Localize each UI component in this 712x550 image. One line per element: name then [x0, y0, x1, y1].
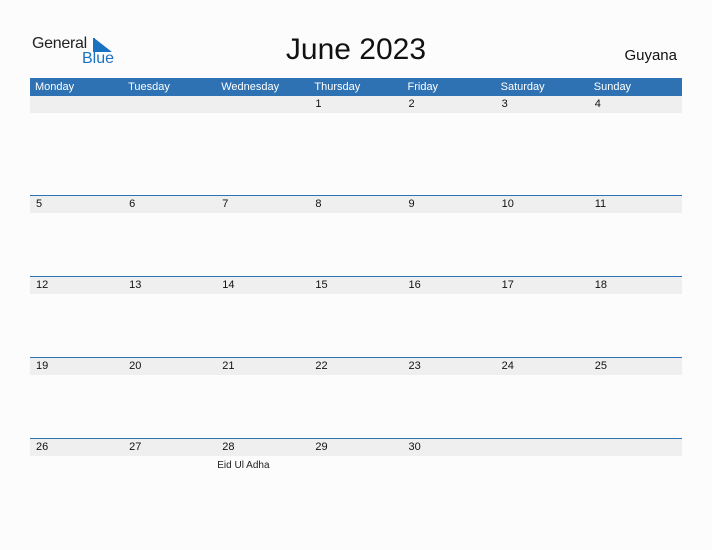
day-number: 8: [315, 198, 322, 210]
day-number: 2: [408, 98, 415, 110]
day-cell: 7: [216, 196, 309, 213]
day-cell: 17: [496, 277, 589, 294]
day-number: 13: [129, 279, 142, 291]
day-number-row: 12 13 14 15 16 17 18: [30, 277, 682, 294]
day-cell: 4: [589, 96, 682, 113]
weekday-wednesday: Wednesday: [221, 81, 280, 93]
day-number: 30: [408, 441, 421, 453]
day-number: 9: [408, 198, 415, 210]
day-number: 12: [36, 279, 49, 291]
day-cell: 13: [123, 277, 216, 294]
day-cell: 6: [123, 196, 216, 213]
day-number-row: 5 6 7 8 9 10 11: [30, 196, 682, 213]
day-cell: 12: [30, 277, 123, 294]
day-number: 29: [315, 441, 328, 453]
day-cell: 16: [403, 277, 496, 294]
day-number: 26: [36, 441, 49, 453]
weekday-friday: Friday: [407, 81, 439, 93]
day-cell: 8: [309, 196, 402, 213]
day-cell: 25: [589, 358, 682, 375]
day-number: 17: [501, 279, 514, 291]
day-cell: 24: [496, 358, 589, 375]
day-cell: [30, 96, 123, 113]
day-number: 18: [594, 279, 607, 291]
day-cell: [589, 439, 682, 456]
weeks-container: 1 2 3 4 5 6 7 8 9 10 11 12 13 14 15 16 17 18 19 20 21 22 23 24 2…: [30, 96, 682, 519]
day-cell: 30: [403, 439, 496, 456]
day-number: 11: [594, 198, 607, 210]
day-number: 24: [501, 360, 514, 372]
day-number: 25: [594, 360, 607, 372]
day-cell: [123, 96, 216, 113]
day-number: 27: [129, 441, 142, 453]
country-label: Guyana: [624, 47, 677, 64]
weekday-saturday: Saturday: [500, 81, 545, 93]
day-cell: 29: [309, 439, 402, 456]
day-number: 10: [501, 198, 514, 210]
day-cell: [216, 96, 309, 113]
day-number: 7: [222, 198, 229, 210]
day-cell: 14: [216, 277, 309, 294]
day-number: 23: [408, 360, 421, 372]
day-cell: 5: [30, 196, 123, 213]
weekday-monday: Monday: [35, 81, 75, 93]
day-number: 14: [222, 279, 235, 291]
day-number: 22: [315, 360, 328, 372]
week-row: 26 27 28 Eid Ul Adha 29 30: [30, 438, 682, 519]
week-row: 1 2 3 4: [30, 96, 682, 195]
day-cell: 18: [589, 277, 682, 294]
day-cell: 28 Eid Ul Adha: [216, 439, 309, 471]
day-number: 28: [222, 441, 235, 453]
day-number-row: 1 2 3 4: [30, 96, 682, 113]
weekday-thursday: Thursday: [314, 81, 361, 93]
day-cell: 3: [496, 96, 589, 113]
day-cell: 19: [30, 358, 123, 375]
day-number-row: 19 20 21 22 23 24 25: [30, 358, 682, 375]
day-number: 15: [315, 279, 328, 291]
day-number: 4: [594, 98, 601, 110]
weekday-header: Monday Tuesday Wednesday Thursday Friday…: [30, 78, 682, 96]
day-cell: 15: [309, 277, 402, 294]
calendar-title: June 2023: [285, 33, 427, 66]
day-cell: 10: [496, 196, 589, 213]
weekday-tuesday: Tuesday: [128, 81, 170, 93]
day-cell: 26: [30, 439, 123, 456]
day-cell: 23: [403, 358, 496, 375]
day-number: 3: [501, 98, 508, 110]
day-cell: 21: [216, 358, 309, 375]
day-number: 5: [36, 198, 43, 210]
day-number: 19: [36, 360, 49, 372]
day-cell: 20: [123, 358, 216, 375]
day-cell: 9: [403, 196, 496, 213]
day-cell: 27: [123, 439, 216, 456]
day-cell: 22: [309, 358, 402, 375]
week-row: 5 6 7 8 9 10 11: [30, 195, 682, 276]
day-number-row: 26 27 28 Eid Ul Adha 29 30: [30, 439, 682, 471]
day-cell: 11: [589, 196, 682, 213]
week-row: 12 13 14 15 16 17 18: [30, 276, 682, 357]
day-number: 20: [129, 360, 142, 372]
calendar-grid: Monday Tuesday Wednesday Thursday Friday…: [30, 78, 682, 519]
day-cell: 1: [309, 96, 402, 113]
week-row: 19 20 21 22 23 24 25: [30, 357, 682, 438]
weekday-sunday: Sunday: [593, 81, 632, 93]
day-number: 1: [315, 98, 322, 110]
day-number: 21: [222, 360, 235, 372]
day-cell: [496, 439, 589, 456]
day-cell: 2: [403, 96, 496, 113]
day-number: 16: [408, 279, 421, 291]
holiday-event: Eid Ul Adha: [217, 460, 270, 471]
day-number: 6: [129, 198, 136, 210]
